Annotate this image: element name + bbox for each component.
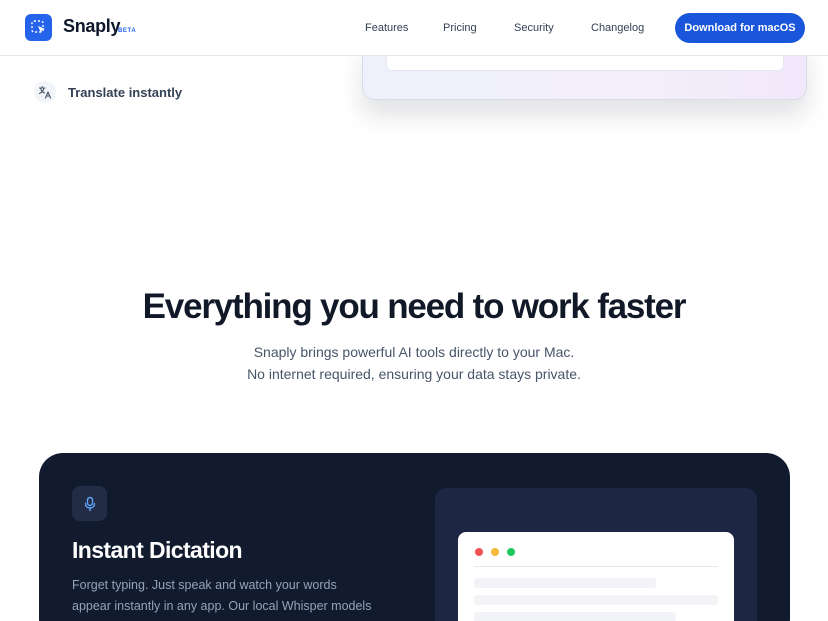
nav-link-pricing[interactable]: Pricing bbox=[443, 22, 477, 34]
translate-label: Translate instantly bbox=[68, 84, 183, 100]
translate-icon bbox=[34, 81, 56, 103]
skeleton-line bbox=[474, 578, 656, 588]
feature-title: Instant Dictation bbox=[72, 537, 243, 563]
feature-description-line-1: Forget typing. Just speak and watch your… bbox=[72, 578, 337, 592]
nav-link-security[interactable]: Security bbox=[514, 22, 554, 34]
feature-card-dictation: Instant Dictation Forget typing. Just sp… bbox=[39, 453, 790, 621]
site-header: Snaply BETA Features Pricing Security Ch… bbox=[0, 0, 828, 56]
feature-description-line-2: appear instantly in any app. Our local W… bbox=[72, 599, 372, 613]
brand-name[interactable]: Snaply bbox=[63, 16, 121, 37]
nav-link-changelog[interactable]: Changelog bbox=[591, 22, 644, 34]
dictation-mockup-panel bbox=[435, 488, 757, 621]
section-subtitle-line-1: Snaply brings powerful AI tools directly… bbox=[253, 344, 575, 360]
feature-item-translate: Translate instantly bbox=[34, 81, 182, 103]
mockup-window bbox=[458, 532, 734, 621]
download-macos-button[interactable]: Download for macOS bbox=[675, 13, 805, 43]
beta-badge: BETA bbox=[118, 28, 137, 34]
section-title: Everything you need to work faster bbox=[142, 287, 687, 326]
window-close-dot bbox=[475, 548, 483, 556]
microphone-icon bbox=[72, 486, 107, 521]
skeleton-line bbox=[474, 612, 676, 621]
nav-link-features[interactable]: Features bbox=[365, 22, 408, 34]
app-logo-icon[interactable] bbox=[25, 14, 52, 41]
window-minimize-dot bbox=[491, 548, 499, 556]
mockup-divider bbox=[474, 566, 718, 567]
section-subtitle-line-2: No internet required, ensuring your data… bbox=[247, 366, 581, 382]
skeleton-line bbox=[474, 595, 718, 605]
window-zoom-dot bbox=[507, 548, 515, 556]
